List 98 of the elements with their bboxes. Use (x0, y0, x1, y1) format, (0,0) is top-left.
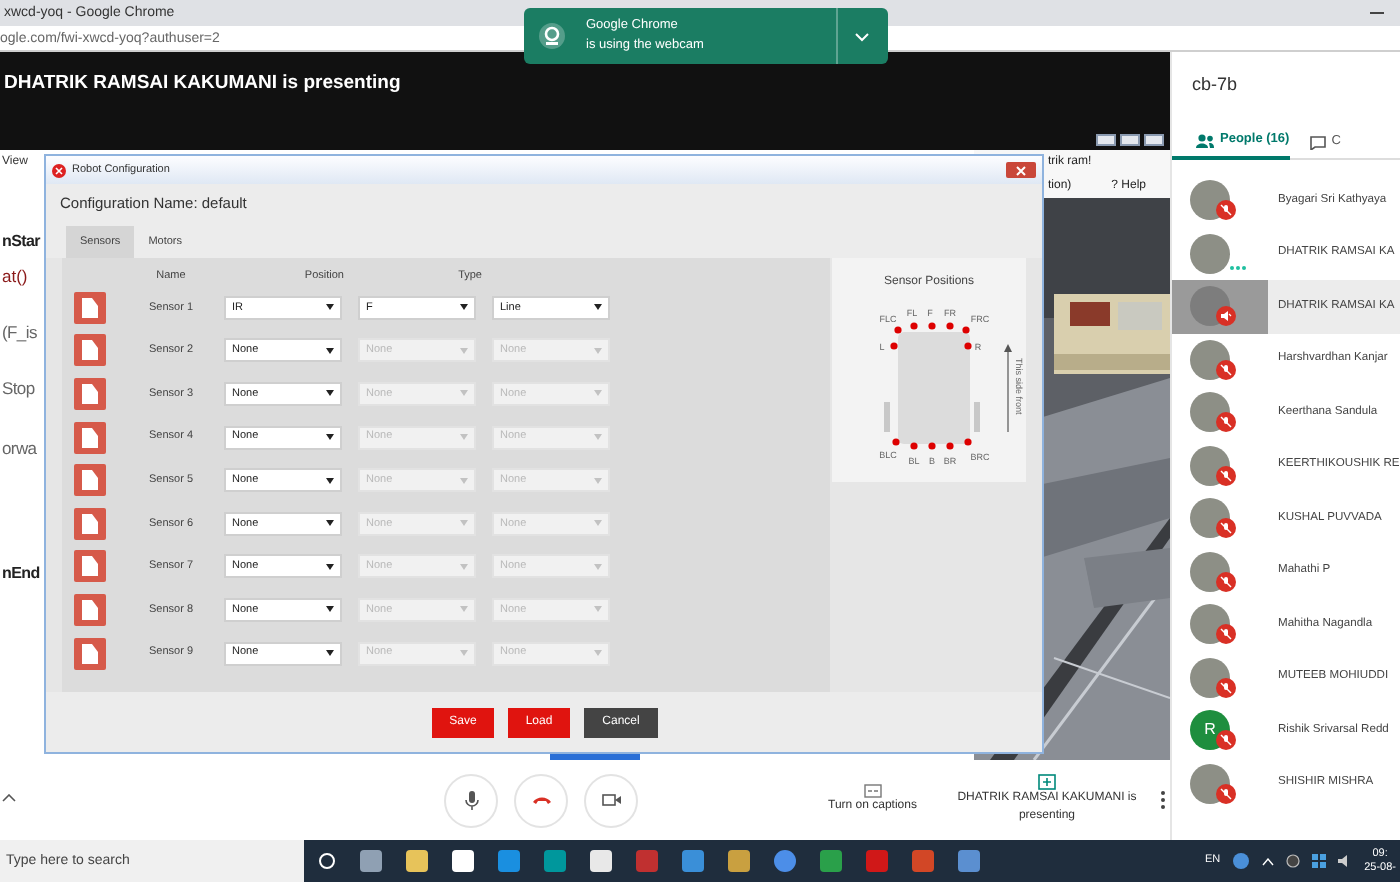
microphone-button[interactable] (444, 773, 498, 827)
sensor-dot (910, 322, 918, 330)
presenter-title: DHATRIK RAMSAI KAKUMANI is presenting (4, 72, 401, 94)
close-button[interactable] (1006, 162, 1036, 178)
wheel (884, 402, 890, 432)
sensor-icon (74, 593, 106, 626)
wheel (974, 402, 980, 432)
caret-icon (594, 520, 602, 527)
caret-icon (460, 650, 468, 657)
sensor-dot (928, 442, 936, 450)
sensor-dot (890, 342, 898, 350)
caret-icon (460, 606, 468, 613)
code-text: (F_is (2, 319, 37, 345)
caret-icon (594, 606, 602, 613)
code-text: nStar (2, 230, 40, 254)
caret-icon (326, 304, 334, 311)
caret-icon (594, 434, 602, 441)
sensor-dot (894, 326, 902, 334)
close-icon (1016, 165, 1026, 175)
chevron-icon (2, 794, 16, 802)
caret-icon (460, 390, 468, 397)
avatar (1190, 233, 1230, 274)
app-icon[interactable] (820, 850, 842, 872)
app-icon[interactable] (590, 850, 612, 872)
caret-icon (594, 390, 602, 397)
sensor-icon (74, 464, 106, 497)
minimize-button[interactable] (1096, 134, 1116, 146)
people-icon (1196, 133, 1214, 147)
app-icon[interactable] (498, 850, 520, 872)
sensor-icon (74, 377, 106, 410)
caret-icon (326, 477, 334, 484)
app-icon[interactable] (452, 850, 474, 872)
volume-icon (1338, 854, 1353, 868)
caret-icon (594, 650, 602, 657)
caret-icon (460, 563, 468, 570)
microphone-icon (461, 790, 481, 810)
app-icon[interactable] (912, 850, 934, 872)
caret-icon (460, 304, 468, 311)
chat-icon (1309, 135, 1326, 149)
sensor-icon (74, 421, 106, 454)
sensor-dot (946, 322, 954, 330)
code-text: Stop (2, 375, 35, 401)
app-icon[interactable] (728, 850, 750, 872)
camera-button[interactable] (584, 773, 638, 827)
more-icon (1160, 790, 1167, 810)
sensor-dot (962, 326, 970, 334)
direction-arrow (1004, 344, 1012, 433)
app-icon[interactable] (958, 850, 980, 872)
caret-icon (460, 520, 468, 527)
hang-up-button[interactable] (514, 773, 568, 827)
sensor-dot (928, 322, 936, 330)
sensor-dot (964, 438, 972, 446)
caret-icon (326, 563, 334, 570)
sensor-icon (74, 334, 106, 367)
caret-icon (460, 347, 468, 354)
tray-icon (1286, 854, 1301, 868)
sensor-dot (892, 438, 900, 446)
caret-icon (594, 477, 602, 484)
app-icon[interactable] (406, 850, 428, 872)
chevron-icon (1262, 857, 1275, 865)
sensor-icon (74, 637, 106, 670)
caret-icon (326, 347, 334, 354)
close-button[interactable] (1144, 134, 1164, 146)
sensor-icon (74, 550, 106, 583)
chevron-icon (854, 31, 870, 41)
caret-icon (594, 563, 602, 570)
app-icon[interactable] (360, 850, 382, 872)
app-icon[interactable] (682, 850, 704, 872)
meeting-code: cb-7b (1192, 74, 1238, 94)
captions-icon (863, 784, 882, 798)
caret-icon (326, 650, 334, 657)
sensor-icon (74, 291, 106, 324)
caret-icon (326, 520, 334, 527)
robot-body (898, 332, 970, 444)
sensor-dot (946, 442, 954, 450)
app-icon[interactable] (636, 850, 658, 872)
caret-icon (326, 434, 334, 441)
app-icon[interactable] (866, 850, 888, 872)
caret-icon (326, 390, 334, 397)
app-icon[interactable] (774, 850, 796, 872)
caret-icon (594, 347, 602, 354)
maximize-button[interactable] (1120, 134, 1140, 146)
search-circle-icon[interactable] (318, 852, 336, 870)
sensor-dot (910, 442, 918, 450)
code-text: nEnd (2, 562, 40, 586)
code-text: orwa (2, 436, 37, 462)
camera-icon (601, 790, 621, 810)
webcam-icon (538, 22, 566, 50)
presentation-icon (1037, 774, 1056, 790)
caret-icon (326, 606, 334, 613)
sensor-icon (74, 507, 106, 540)
code-text: at() (2, 264, 28, 290)
app-icon (52, 163, 66, 177)
app-icon[interactable] (544, 850, 566, 872)
caret-icon (594, 304, 602, 311)
caret-icon (460, 477, 468, 484)
sensor-dot (964, 342, 972, 350)
caret-icon (460, 434, 468, 441)
